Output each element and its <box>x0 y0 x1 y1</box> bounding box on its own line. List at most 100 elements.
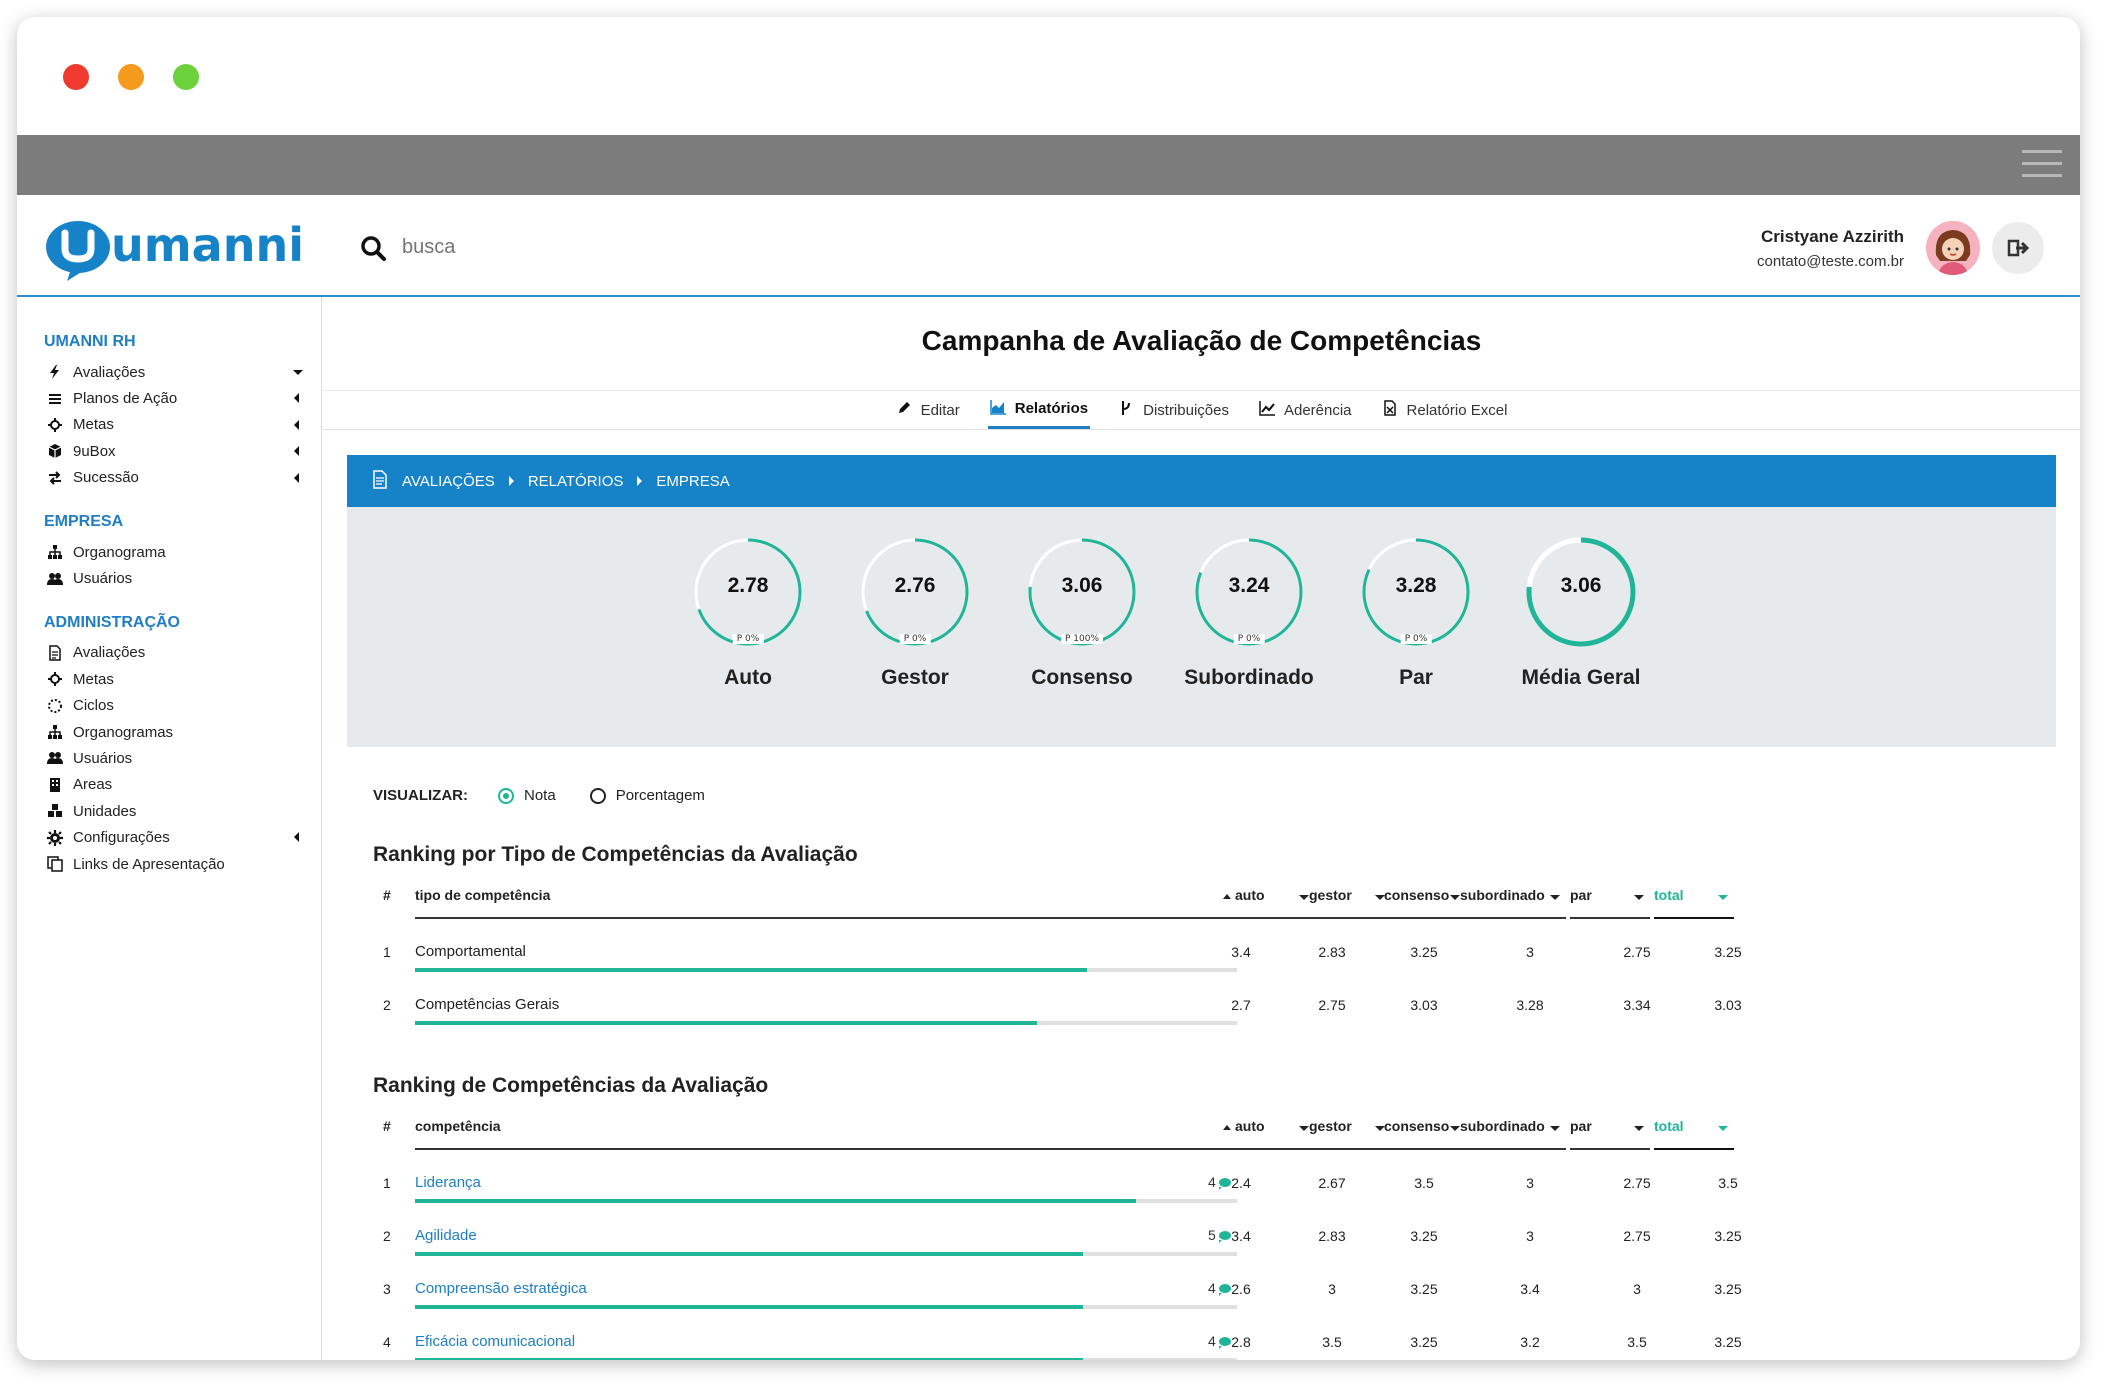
header-label: par <box>1570 887 1592 903</box>
score-gauges: 2.78 P 0% Auto 2.76 P 0% Gestor 3.06 P 100% Cons… <box>347 507 2056 747</box>
search-input[interactable] <box>402 229 902 265</box>
header-consenso[interactable]: consenso <box>1384 887 1466 919</box>
breadcrumb-item[interactable]: EMPRESA <box>656 473 729 490</box>
close-window-button[interactable] <box>63 64 89 90</box>
header-auto[interactable]: auto <box>1235 1118 1315 1150</box>
header-auto[interactable]: auto <box>1235 887 1315 919</box>
sidebar-item-metas[interactable]: Metas <box>44 666 321 692</box>
sort-down-icon[interactable] <box>1550 1126 1560 1131</box>
table-row: 1 Liderança 4 2.4 2.67 3.5 3 2.75 3.5 <box>373 1150 1817 1203</box>
tab-distribuicoes[interactable]: Distribuições <box>1116 391 1231 429</box>
header-par[interactable]: par <box>1570 1118 1650 1150</box>
row-name[interactable]: Agilidade <box>415 1227 477 1244</box>
cell-par: 3 <box>1633 1281 1641 1297</box>
sort-down-icon[interactable] <box>1450 895 1460 900</box>
list-icon <box>44 391 66 407</box>
sort-down-icon[interactable] <box>1718 895 1728 900</box>
caret-left-icon[interactable] <box>294 446 299 457</box>
sort-down-icon[interactable] <box>1634 1126 1644 1131</box>
cell-gestor: 2.75 <box>1318 997 1346 1013</box>
header-total[interactable]: total <box>1654 1118 1734 1150</box>
header-par[interactable]: par <box>1570 887 1650 919</box>
gauge-percent: P 0% <box>1233 634 1265 644</box>
sidebar-item-ciclos[interactable]: Ciclos <box>44 693 321 719</box>
sidebar-item-areas[interactable]: Areas <box>44 772 321 798</box>
tab-editar[interactable]: Editar <box>894 391 962 429</box>
caret-down-icon[interactable] <box>293 370 303 375</box>
caret-left-icon[interactable] <box>294 393 299 404</box>
cell-consenso: 3.25 <box>1410 944 1438 960</box>
sort-down-icon[interactable] <box>1299 1126 1309 1131</box>
app-header: umanni Cristyane Azzirith contato@teste.… <box>17 195 2080 297</box>
sort-down-icon[interactable] <box>1450 1126 1460 1131</box>
tab-label: Relatório Excel <box>1406 401 1508 419</box>
header-label: par <box>1570 1118 1592 1134</box>
sort-down-icon[interactable] <box>1299 895 1309 900</box>
tab-aderencia[interactable]: Aderência <box>1257 391 1354 429</box>
radio-nota[interactable]: Nota <box>498 787 556 804</box>
cell-par: 3.34 <box>1623 997 1651 1013</box>
sidebar-item-links-de-apresentacao[interactable]: Links de Apresentação <box>44 851 321 877</box>
header-gestor[interactable]: gestor <box>1309 1118 1391 1150</box>
header-subordinado[interactable]: subordinado <box>1460 1118 1566 1150</box>
sidebar-item-usuarios[interactable]: Usuários <box>44 565 321 591</box>
sidebar-item-label: Metas <box>73 670 114 688</box>
sidebar-item-avaliacoes[interactable]: Avaliações <box>44 640 321 666</box>
row-rank: 4 <box>383 1334 391 1350</box>
sitemap-icon <box>44 724 66 740</box>
gauge-value: 3.24 <box>1228 574 1270 597</box>
sidebar-item-metas[interactable]: Metas <box>44 412 321 438</box>
umanni-logo[interactable]: umanni <box>43 217 304 281</box>
sidebar-item-label: Usuários <box>73 570 133 588</box>
sidebar-item-avaliacoes[interactable]: Avaliações <box>44 359 321 385</box>
sidebar-item-unidades[interactable]: Unidades <box>44 798 321 824</box>
score-bar-fill <box>415 1021 1038 1025</box>
sidebar-item-planos-de-acao[interactable]: Planos de Ação <box>44 385 321 411</box>
header-name-label: tipo de competência <box>415 887 551 903</box>
radio-nota-circle[interactable] <box>498 787 514 804</box>
sidebar-item-organogramas[interactable]: Organogramas <box>44 719 321 745</box>
header-name[interactable]: competência <box>415 1118 1237 1150</box>
header-total[interactable]: total <box>1654 887 1734 919</box>
caret-left-icon[interactable] <box>294 832 299 843</box>
menu-icon[interactable] <box>2022 150 2062 180</box>
header-consenso[interactable]: consenso <box>1384 1118 1466 1150</box>
sidebar-item-9ubox[interactable]: 9uBox <box>44 438 321 464</box>
avatar[interactable] <box>1926 221 1980 275</box>
header-name[interactable]: tipo de competência <box>415 887 1237 919</box>
logout-button[interactable] <box>1992 222 2044 274</box>
cell-gestor: 2.83 <box>1318 1228 1346 1244</box>
sidebar-item-label: Avaliações <box>73 363 146 381</box>
caret-left-icon[interactable] <box>294 419 299 430</box>
sidebar-item-configuracoes[interactable]: Configurações <box>44 824 321 850</box>
cell-par: 2.75 <box>1623 1228 1651 1244</box>
building-icon <box>44 777 66 793</box>
sort-down-icon[interactable] <box>1634 895 1644 900</box>
row-name[interactable]: Liderança <box>415 1174 481 1191</box>
maximize-window-button[interactable] <box>173 64 199 90</box>
sort-up-icon[interactable] <box>1223 894 1231 899</box>
sidebar-item-sucessao[interactable]: Sucessão <box>44 465 321 491</box>
area-chart-icon <box>990 399 1007 419</box>
sort-up-icon[interactable] <box>1223 1125 1231 1130</box>
ranking-comp-title: Ranking de Competências da Avaliação <box>373 1074 769 1097</box>
radio-porcentagem[interactable]: Porcentagem <box>589 787 705 804</box>
sidebar-item-usuarios[interactable]: Usuários <box>44 745 321 771</box>
tab-relatorio-excel[interactable]: Relatório Excel <box>1380 391 1510 429</box>
header-gestor[interactable]: gestor <box>1309 887 1391 919</box>
tab-relatorios[interactable]: Relatórios <box>987 391 1091 429</box>
gauge-auto: 2.78 P 0% Auto <box>678 532 818 690</box>
breadcrumb-item[interactable]: AVALIAÇÕES <box>402 473 495 490</box>
row-name[interactable]: Compreensão estratégica <box>415 1280 587 1297</box>
header-subordinado[interactable]: subordinado <box>1460 887 1566 919</box>
radio-porcentagem-circle[interactable] <box>589 787 606 804</box>
breadcrumb-item[interactable]: RELATÓRIOS <box>528 473 624 490</box>
caret-left-icon[interactable] <box>294 472 299 483</box>
minimize-window-button[interactable] <box>118 64 144 90</box>
cell-auto: 3.4 <box>1231 944 1251 960</box>
row-name[interactable]: Eficácia comunicacional <box>415 1333 575 1350</box>
sort-down-icon[interactable] <box>1550 895 1560 900</box>
sort-down-icon[interactable] <box>1718 1126 1728 1131</box>
sidebar-item-organograma[interactable]: Organograma <box>44 539 321 565</box>
search-icon[interactable] <box>360 235 386 261</box>
